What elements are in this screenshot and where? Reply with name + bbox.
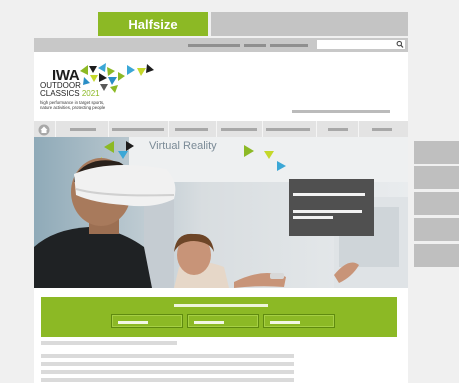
- nav-item-6[interactable]: [328, 128, 348, 131]
- text-line: [41, 370, 294, 374]
- nav-item-1[interactable]: [70, 128, 96, 131]
- side-button-2[interactable]: [414, 166, 459, 189]
- text-heading-line: [41, 341, 177, 345]
- panel-button-3[interactable]: [263, 314, 335, 328]
- nav-divider: [168, 121, 169, 137]
- hero-overlay-box: [289, 179, 374, 236]
- search-input[interactable]: [317, 40, 405, 49]
- home-icon[interactable]: [37, 123, 51, 136]
- hero-overlay-line: [293, 216, 333, 219]
- hero-overlay-title: [293, 193, 365, 196]
- search-icon[interactable]: [396, 40, 404, 51]
- side-button-5[interactable]: [414, 244, 459, 267]
- panel-button-2[interactable]: [187, 314, 259, 328]
- nav-item-2[interactable]: [112, 128, 164, 131]
- nav-item-5[interactable]: [266, 128, 310, 131]
- nav-item-4[interactable]: [221, 128, 257, 131]
- utility-link-2[interactable]: [244, 44, 266, 47]
- side-button-4[interactable]: [414, 218, 459, 241]
- nav-divider: [55, 121, 56, 137]
- nav-item-7[interactable]: [372, 128, 392, 131]
- header-placeholder-line: [292, 110, 390, 113]
- utility-link-1[interactable]: [188, 44, 240, 47]
- booth-sign-text: Virtual Reality: [149, 140, 217, 152]
- nav-divider: [316, 121, 317, 137]
- logo-tagline: high performance in target sports, natur…: [40, 100, 106, 110]
- tab-halfsize[interactable]: Halfsize: [98, 12, 208, 36]
- utility-link-3[interactable]: [270, 44, 308, 47]
- nav-divider: [108, 121, 109, 137]
- panel-button-1[interactable]: [111, 314, 183, 328]
- logo[interactable]: IWA OUTDOOR CLASSICS 2021 high performan…: [40, 62, 170, 110]
- nav-item-3[interactable]: [175, 128, 208, 131]
- logo-triangles-graphic: [80, 63, 154, 93]
- text-line: [41, 354, 294, 358]
- hero-overlay-line: [293, 210, 362, 213]
- side-button-3[interactable]: [414, 192, 459, 215]
- nav-divider: [262, 121, 263, 137]
- green-panel-title: [174, 304, 268, 307]
- side-button-1[interactable]: [414, 141, 459, 164]
- tab-inactive[interactable]: [211, 12, 408, 36]
- text-line: [41, 362, 294, 366]
- nav-divider: [358, 121, 359, 137]
- text-line: [41, 378, 294, 382]
- nav-divider: [216, 121, 217, 137]
